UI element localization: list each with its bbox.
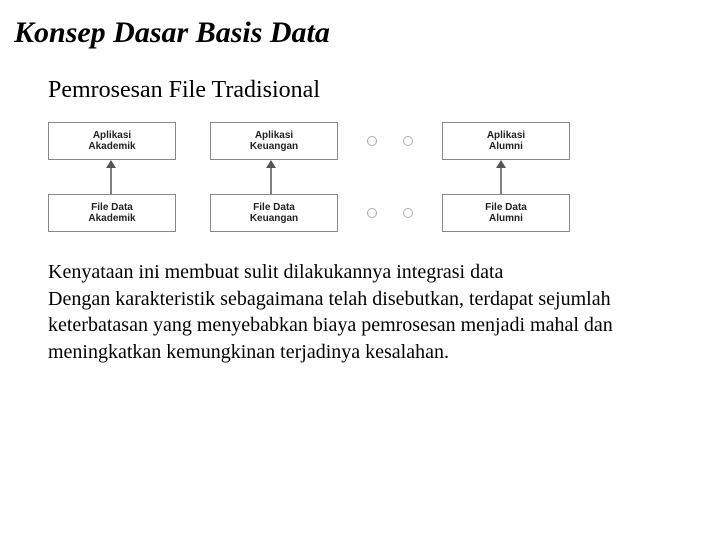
box-label: Aplikasi bbox=[93, 130, 131, 142]
dot-icon bbox=[367, 136, 377, 146]
spacer bbox=[174, 160, 208, 196]
ellipsis-dots bbox=[338, 123, 442, 159]
diagram-top-row: Aplikasi Akademik Aplikasi Keuangan Apli… bbox=[48, 122, 660, 160]
box-label: Aplikasi bbox=[487, 130, 525, 142]
spacer bbox=[334, 160, 438, 194]
diagram-bottom-row: File Data Akademik File Data Keuangan Fi… bbox=[48, 194, 660, 232]
dot-icon bbox=[403, 136, 413, 146]
ellipsis-dots bbox=[338, 195, 442, 231]
box-label: Alumni bbox=[489, 213, 523, 225]
spacer bbox=[176, 195, 210, 231]
page-title: Konsep Dasar Basis Data bbox=[14, 16, 330, 50]
diagram-box-file-alumni: File Data Alumni bbox=[442, 194, 570, 232]
box-label: Aplikasi bbox=[255, 130, 293, 142]
diagram-box-file-akademik: File Data Akademik bbox=[48, 194, 176, 232]
dot-icon bbox=[367, 208, 377, 218]
section-heading: Pemrosesan File Tradisional bbox=[48, 77, 320, 104]
spacer bbox=[176, 123, 210, 159]
arrow-up-icon bbox=[48, 160, 174, 194]
diagram-arrow-row bbox=[48, 160, 660, 194]
diagram-box-file-keuangan: File Data Keuangan bbox=[210, 194, 338, 232]
box-label: Akademik bbox=[88, 213, 135, 225]
box-label: Akademik bbox=[88, 141, 135, 153]
arrow-up-icon bbox=[438, 160, 564, 194]
box-label: File Data bbox=[253, 202, 295, 214]
body-paragraph: Kenyataan ini membuat sulit dilakukannya… bbox=[48, 259, 624, 285]
box-label: Alumni bbox=[489, 141, 523, 153]
box-label: File Data bbox=[91, 202, 133, 214]
box-label: Keuangan bbox=[250, 213, 298, 225]
diagram-box-app-alumni: Aplikasi Alumni bbox=[442, 122, 570, 160]
arrow-up-icon bbox=[208, 160, 334, 194]
diagram-box-app-keuangan: Aplikasi Keuangan bbox=[210, 122, 338, 160]
diagram-box-app-akademik: Aplikasi Akademik bbox=[48, 122, 176, 160]
diagram: Aplikasi Akademik Aplikasi Keuangan Apli… bbox=[48, 122, 660, 232]
dot-icon bbox=[403, 208, 413, 218]
box-label: File Data bbox=[485, 202, 527, 214]
body-paragraph: Dengan karakteristik sebagaimana telah d… bbox=[48, 286, 624, 365]
box-label: Keuangan bbox=[250, 141, 298, 153]
